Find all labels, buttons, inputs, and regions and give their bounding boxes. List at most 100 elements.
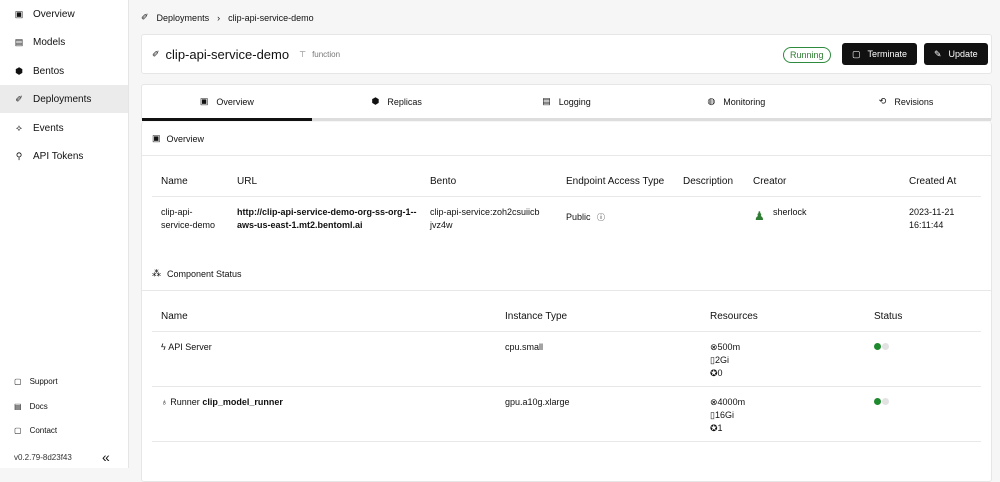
replicas-icon: ⬢ xyxy=(371,96,380,106)
sidebar-item-models[interactable]: ▤ Models xyxy=(0,28,128,56)
label: Docs xyxy=(29,402,48,411)
status-dots xyxy=(874,341,890,354)
label: Bentos xyxy=(33,65,65,77)
deployment-header: ✐ clip-api-service-demo ⊤ function Running … xyxy=(141,34,992,74)
col-description: Description xyxy=(683,176,734,187)
component-name: ϟ API Server xyxy=(161,341,212,354)
sidebar-item-bentos[interactable]: ⬢ Bentos xyxy=(0,57,128,85)
overview-icon: ▣ xyxy=(152,133,161,143)
breadcrumb: ✐ Deployments › clip-api-service-demo xyxy=(141,12,314,23)
overview-section-title: ▣ Overview xyxy=(152,133,204,144)
sidebar-item-deployments[interactable]: ✐ Deployments xyxy=(0,85,128,113)
rocket-icon: ✐ xyxy=(152,49,160,59)
sidebar-item-overview[interactable]: ▣ Overview xyxy=(0,0,128,28)
breadcrumb-deployments[interactable]: Deployments xyxy=(157,13,210,23)
status-dots xyxy=(874,396,890,409)
support-link[interactable]: ▢ Support xyxy=(14,377,58,386)
info-icon[interactable]: ⓘ xyxy=(597,213,605,222)
docs-link[interactable]: ▤ Docs xyxy=(14,402,48,411)
access-type: Public ⓘ xyxy=(566,211,605,224)
component-status-title: ⁂ Component Status xyxy=(152,268,242,279)
col-name: Name xyxy=(161,311,188,322)
creator: sherlock xyxy=(773,207,807,217)
label: Update xyxy=(948,49,978,59)
label: API Server xyxy=(168,342,212,352)
tab-monitoring[interactable]: ◍ Monitoring xyxy=(651,85,822,121)
name: clip_model_runner xyxy=(202,397,283,407)
sidebar-item-api-tokens[interactable]: ⚲ API Tokens xyxy=(0,142,128,170)
col-access: Endpoint Access Type xyxy=(566,176,665,187)
breadcrumb-current: clip-api-service-demo xyxy=(228,12,314,23)
tab-revisions[interactable]: ⟲ Revisions xyxy=(821,85,991,121)
model-icon: ▤ xyxy=(14,36,24,47)
deployment-kind: function xyxy=(312,50,341,59)
cpu-icon: ⊗ xyxy=(710,397,718,407)
status-dot-on xyxy=(874,398,881,405)
version: v0.2.79-8d23f43 xyxy=(14,453,72,462)
terminate-button[interactable]: ▢ Terminate xyxy=(842,43,918,65)
label: Runner xyxy=(170,397,200,407)
resources: ⊗4000m ▯16Gi ✪1 xyxy=(710,396,745,435)
memory: 16Gi xyxy=(714,410,734,420)
status-dot-off xyxy=(882,343,889,350)
label: Revisions xyxy=(894,96,934,107)
label: Monitoring xyxy=(723,96,766,107)
key-icon: ⚲ xyxy=(15,150,23,161)
overview-panel: ▣ Overview Name URL Bento Endpoint Access… xyxy=(141,122,992,482)
col-name: Name xyxy=(161,176,188,187)
gpu-icon: ✪ xyxy=(710,423,718,433)
edit-icon: ✎ xyxy=(934,48,942,59)
label: Component Status xyxy=(167,268,242,279)
cpu: 4000m xyxy=(717,397,746,407)
page-title: clip-api-service-demo xyxy=(165,47,290,62)
support-icon: ▢ xyxy=(14,377,22,386)
label: Logging xyxy=(558,96,591,107)
component-name: ♁ Runner clip_model_runner xyxy=(161,396,283,409)
tab-replicas[interactable]: ⬢ Replicas xyxy=(311,85,482,121)
deployment-name: clip-api-service-demo xyxy=(161,207,216,230)
cpu-icon: ⊗ xyxy=(710,342,718,352)
overview-icon: ▣ xyxy=(14,8,24,19)
resources: ⊗500m ▯2Gi ✪0 xyxy=(710,341,740,380)
status-dot-on xyxy=(874,343,881,350)
tab-bar: ▣ Overview ⬢ Replicas ▤ Logging ◍ Monitoring… xyxy=(141,84,992,121)
runner-icon: ♁ xyxy=(161,397,168,407)
label: Public xyxy=(566,212,591,222)
creator-avatar: ♟ xyxy=(754,209,765,223)
status-dot-off xyxy=(882,398,889,405)
collapse-sidebar-icon[interactable]: « xyxy=(102,449,110,465)
label: Overview xyxy=(33,8,75,20)
revisions-icon: ⟲ xyxy=(878,96,887,106)
label: Support xyxy=(29,377,58,386)
contact-icon: ▢ xyxy=(14,426,22,435)
rocket-icon: ✐ xyxy=(141,12,149,22)
log-icon: ▤ xyxy=(542,96,551,106)
gpu: 0 xyxy=(717,368,723,378)
col-resources: Resources xyxy=(710,311,758,322)
instance-type: cpu.small xyxy=(505,342,544,352)
label: Terminate xyxy=(867,49,908,59)
label: Events xyxy=(33,122,64,134)
deployment-url[interactable]: http://clip-api-service-demo-org-ss-org-… xyxy=(237,206,417,232)
label: Replicas xyxy=(387,96,422,107)
docs-icon: ▤ xyxy=(14,402,22,411)
activity-icon: ⟡ xyxy=(16,122,22,133)
contact-link[interactable]: ▢ Contact xyxy=(14,426,57,435)
status-badge: Running xyxy=(783,47,831,63)
tab-overview[interactable]: ▣ Overview xyxy=(142,85,312,121)
col-bento: Bento xyxy=(430,176,457,187)
gpu: 1 xyxy=(717,423,723,433)
label: Deployments xyxy=(33,93,92,105)
tab-logging[interactable]: ▤ Logging xyxy=(481,85,652,121)
col-created: Created At xyxy=(909,176,957,187)
sidebar-item-events[interactable]: ⟡ Events xyxy=(0,114,128,142)
update-button[interactable]: ✎ Update xyxy=(924,43,988,65)
label: Contact xyxy=(29,426,58,435)
chevron-right-icon: › xyxy=(217,12,221,23)
cpu: 500m xyxy=(717,342,741,352)
sidebar: ▣ Overview ▤ Models ⬢ Bentos ✐ Deployments ⟡… xyxy=(0,0,129,468)
overview-icon: ▣ xyxy=(199,96,209,106)
col-instance-type: Instance Type xyxy=(505,311,568,322)
bento-tag[interactable]: clip-api-service:zoh2csuiicbjvz4w xyxy=(430,206,540,232)
label: API Tokens xyxy=(33,150,84,162)
